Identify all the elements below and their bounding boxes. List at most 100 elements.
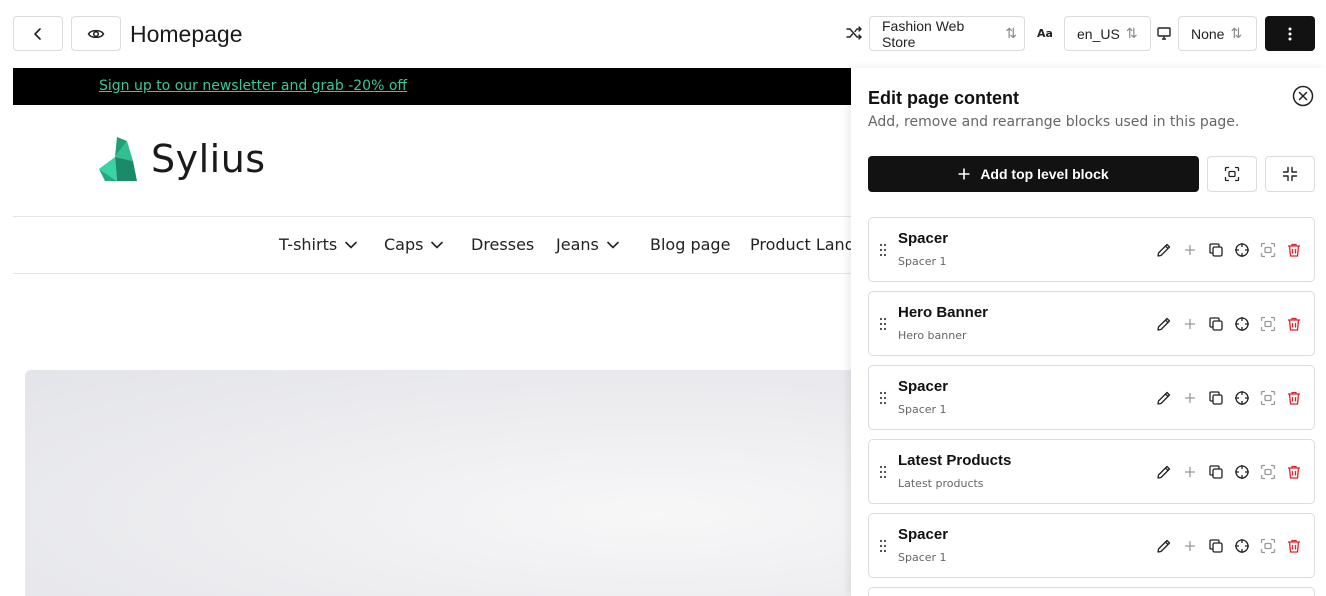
block-subtitle: Latest products [898,477,984,490]
drag-handle-icon[interactable] [879,317,887,331]
nav-item-jeans[interactable]: Jeans [556,235,619,254]
copy-icon [1209,243,1223,257]
block-item[interactable]: Latest Products Latest products [868,439,1315,504]
nav-item-blog[interactable]: Blog page [650,235,730,254]
delete-block-button[interactable] [1285,389,1303,407]
focus-mode-button[interactable] [1207,156,1257,192]
copy-icon [1209,317,1223,331]
add-child-block-button[interactable] [1181,537,1199,555]
block-item[interactable]: Hero Banner Hero banner [868,291,1315,356]
top-toolbar: Homepage Fashion Web Store ⇅ Aa en_US ⇅ … [0,0,1326,68]
locate-block-button[interactable] [1233,537,1251,555]
duplicate-block-button[interactable] [1207,537,1225,555]
edit-block-button[interactable] [1155,241,1173,259]
nav-item-label: Jeans [556,235,599,254]
block-item[interactable]: Spacer Spacer 1 [868,513,1315,578]
delete-block-button[interactable] [1285,537,1303,555]
duplicate-block-button[interactable] [1207,463,1225,481]
close-panel-button[interactable] [1292,85,1314,107]
drag-handle-icon[interactable] [879,391,887,405]
plus-icon [1185,245,1195,255]
logo-text: Sylius [151,137,266,181]
nav-item-label: Dresses [471,235,535,254]
delete-block-button[interactable] [1285,315,1303,333]
plus-icon [1185,541,1195,551]
channel-select[interactable]: Fashion Web Store ⇅ [869,16,1025,51]
chevron-left-icon [34,27,41,40]
store-header: Sylius [13,105,851,217]
nav-item-product-landing[interactable]: Product Land [750,235,851,254]
drag-handle-icon[interactable] [879,465,887,479]
locale-select[interactable]: en_US ⇅ [1064,16,1151,51]
duplicate-block-button[interactable] [1207,389,1225,407]
page-title: Homepage [130,21,243,47]
locate-block-button[interactable] [1233,315,1251,333]
close-circle-icon [1292,85,1314,107]
drag-handle-icon[interactable] [879,243,887,257]
swan-logo-icon [99,137,137,181]
locale-select-value: en_US [1077,25,1120,42]
focus-block-button[interactable] [1259,241,1277,259]
page-preview: Sign up to our newsletter and grab -20% … [13,68,851,596]
nav-item-tshirts[interactable]: T-shirts [279,235,357,254]
block-title: Spacer [898,230,949,247]
trash-icon [1288,391,1300,405]
block-title: Spacer [898,526,949,543]
add-child-block-button[interactable] [1181,463,1199,481]
duplicate-block-button[interactable] [1207,315,1225,333]
edit-block-button[interactable] [1155,389,1173,407]
focus-frame-icon [1260,390,1276,406]
more-button[interactable] [1265,16,1315,51]
block-actions [1155,389,1303,407]
duplicate-block-button[interactable] [1207,241,1225,259]
focus-block-button[interactable] [1259,315,1277,333]
add-block-label: Add top level block [980,166,1109,182]
preview-button[interactable] [71,16,121,51]
store-nav: T-shirts Caps Dresses Jeans Blog page Pr… [13,217,851,274]
block-subtitle: Hero banner [898,329,967,342]
crosshair-icon [1235,391,1249,405]
add-top-level-block-button[interactable]: Add top level block [868,156,1199,192]
nav-item-caps[interactable]: Caps [384,235,444,254]
block-item[interactable]: Spacer Spacer 1 [868,217,1315,282]
device-select[interactable]: None ⇅ [1178,16,1257,51]
focus-block-button[interactable] [1259,537,1277,555]
device-select-value: None [1191,25,1225,42]
plus-icon [1185,319,1195,329]
nav-item-label: Blog page [650,235,731,254]
locate-block-button[interactable] [1233,241,1251,259]
add-child-block-button[interactable] [1181,389,1199,407]
delete-block-button[interactable] [1285,241,1303,259]
store-logo[interactable]: Sylius [97,135,266,183]
nav-item-dresses[interactable]: Dresses [471,235,534,254]
promo-bar: Sign up to our newsletter and grab -20% … [13,68,851,105]
delete-block-button[interactable] [1285,463,1303,481]
back-button[interactable] [13,16,63,51]
drag-handle-icon[interactable] [879,539,887,553]
text-case-icon: Aa [1037,24,1055,42]
edit-block-button[interactable] [1155,315,1173,333]
block-title: Latest Products [898,452,1012,469]
add-child-block-button[interactable] [1181,241,1199,259]
plus-icon [1185,467,1195,477]
locate-block-button[interactable] [1233,463,1251,481]
plus-icon [958,168,970,180]
locate-block-button[interactable] [1233,389,1251,407]
focus-block-button[interactable] [1259,463,1277,481]
edit-block-button[interactable] [1155,463,1173,481]
newsletter-link[interactable]: Sign up to our newsletter and grab -20% … [99,78,407,94]
focus-block-button[interactable] [1259,389,1277,407]
chevron-down-icon [431,241,444,249]
block-subtitle: Spacer 1 [898,255,947,268]
svg-text:Aa: Aa [1037,27,1053,40]
block-item[interactable]: Spacer Spacer 1 [868,365,1315,430]
edit-block-button[interactable] [1155,537,1173,555]
pencil-icon [1157,243,1171,257]
collapse-all-button[interactable] [1265,156,1315,192]
block-actions [1155,463,1303,481]
block-item-partial[interactable] [868,587,1315,596]
focus-frame-icon [1260,538,1276,554]
monitor-icon [1155,24,1173,42]
sort-arrows-icon: ⇅ [1005,25,1017,41]
add-child-block-button[interactable] [1181,315,1199,333]
